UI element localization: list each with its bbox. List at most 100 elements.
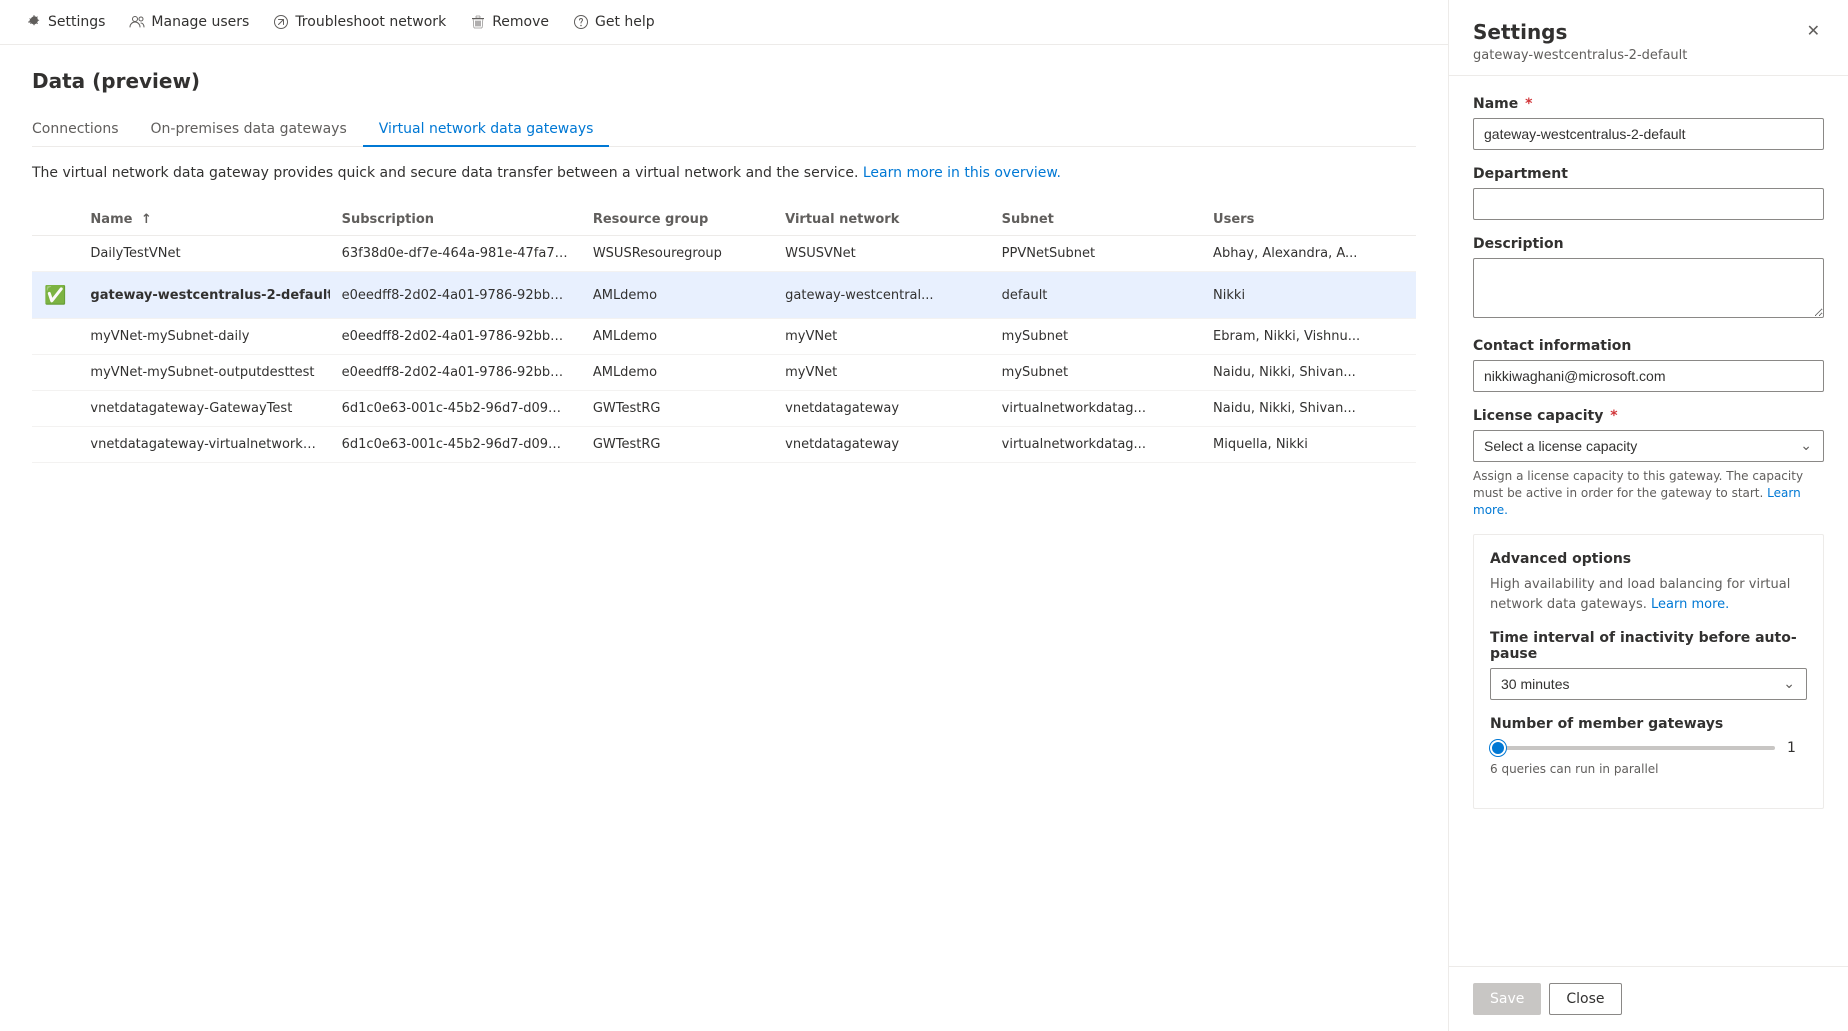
row-cell-2: gateway-westcentral... (773, 272, 990, 319)
department-label: Department (1473, 166, 1824, 182)
toolbar-manage-users[interactable]: Manage users (119, 8, 259, 36)
table-row[interactable]: myVNet-mySubnet-dailye0eedff8-2d02-4a01-… (32, 319, 1416, 355)
department-field-group: Department (1473, 166, 1824, 220)
description-input[interactable] (1473, 258, 1824, 318)
row-cell-0: e0eedff8-2d02-4a01-9786-92bb0e0cb... (330, 355, 581, 391)
description-field-group: Description (1473, 236, 1824, 322)
remove-icon (470, 14, 486, 30)
name-sort-icon[interactable]: ↑ (141, 212, 152, 227)
table-row[interactable]: ✅ gateway-westcentralus-2-default ··· e0… (32, 272, 1416, 319)
col-subscription: Subscription (330, 204, 581, 236)
row-name-text: vnetdatagateway-GatewayTest (90, 401, 292, 416)
row-cell-0: 6d1c0e63-001c-45b2-96d7-d092e94c8... (330, 391, 581, 427)
col-subnet: Subnet (990, 204, 1201, 236)
contact-input[interactable] (1473, 360, 1824, 392)
row-cell-0: e0eedff8-2d02-4a01-9786-92bb0e0cb... (330, 319, 581, 355)
row-cell-4: Nikki (1201, 272, 1416, 319)
row-name-text: myVNet-mySubnet-outputdesttest (90, 365, 314, 380)
row-select-cell: ✅ (32, 272, 78, 319)
col-virtual-network: Virtual network (773, 204, 990, 236)
tab-connections[interactable]: Connections (32, 113, 135, 147)
row-cell-3: mySubnet (990, 355, 1201, 391)
row-cell-3: mySubnet (990, 319, 1201, 355)
row-cell-1: WSUSResouregroup (581, 236, 773, 272)
col-users: Users (1201, 204, 1416, 236)
row-cell-2: WSUSVNet (773, 236, 990, 272)
row-select-cell (32, 391, 78, 427)
row-cell-0: 63f38d0e-df7e-464a-981e-47fa78f30861 (330, 236, 581, 272)
license-capacity-label: License capacity * (1473, 408, 1824, 424)
row-select-cell (32, 236, 78, 272)
row-cell-4: Miquella, Nikki (1201, 427, 1416, 463)
col-name: Name ↑ (78, 204, 329, 236)
col-check (32, 204, 78, 236)
table-row[interactable]: vnetdatagateway-GatewayTest 6d1c0e63-001c… (32, 391, 1416, 427)
table-row[interactable]: vnetdatagateway-virtualnetworkdata...6d1… (32, 427, 1416, 463)
table-row[interactable]: DailyTestVNet 63f38d0e-df7e-464a-981e-47f… (32, 236, 1416, 272)
row-name-text: vnetdatagateway-virtualnetworkdata... (90, 437, 329, 452)
row-select-cell (32, 427, 78, 463)
learn-more-link[interactable]: Learn more in this overview. (863, 165, 1061, 181)
row-select-cell (32, 319, 78, 355)
row-name-cell: DailyTestVNet (78, 236, 329, 272)
row-cell-2: myVNet (773, 319, 990, 355)
manage-users-label: Manage users (151, 14, 249, 30)
row-cell-2: vnetdatagateway (773, 391, 990, 427)
slider-help: 6 queries can run in parallel (1490, 762, 1807, 776)
row-name-cell: gateway-westcentralus-2-default ··· (78, 272, 329, 319)
row-name-cell: myVNet-mySubnet-outputdesttest (78, 355, 329, 391)
row-cell-4: Naidu, Nikki, Shivan... (1201, 391, 1416, 427)
toolbar-settings[interactable]: Settings (16, 8, 115, 36)
row-cell-3: default (990, 272, 1201, 319)
help-icon (573, 14, 589, 30)
toolbar: Settings Manage users Troubleshoot netwo… (0, 0, 1448, 45)
row-name-text: DailyTestVNet (90, 246, 180, 261)
page-body: Data (preview) Connections On-premises d… (0, 45, 1448, 1031)
save-button[interactable]: Save (1473, 983, 1541, 1015)
time-interval-select[interactable]: 30 minutes 60 minutes 90 minutes Never (1490, 668, 1807, 700)
row-cell-2: myVNet (773, 355, 990, 391)
department-input[interactable] (1473, 188, 1824, 220)
toolbar-get-help[interactable]: Get help (563, 8, 665, 36)
settings-label: Settings (48, 14, 105, 30)
row-name-cell: myVNet-mySubnet-daily (78, 319, 329, 355)
row-cell-1: AMLdemo (581, 355, 773, 391)
time-interval-group: Time interval of inactivity before auto-… (1490, 630, 1807, 700)
member-gateways-slider[interactable] (1490, 746, 1775, 750)
row-name-text: gateway-westcentralus-2-default (90, 288, 329, 303)
table-row[interactable]: myVNet-mySubnet-outputdesttest e0eedff8-2… (32, 355, 1416, 391)
description-label: Description (1473, 236, 1824, 252)
row-cell-4: Ebram, Nikki, Vishnu... (1201, 319, 1416, 355)
toolbar-remove[interactable]: Remove (460, 8, 559, 36)
name-label: Name * (1473, 96, 1824, 112)
advanced-learn-more-link[interactable]: Learn more. (1651, 597, 1729, 612)
member-gateways-label: Number of member gateways (1490, 716, 1807, 732)
row-cell-4: Naidu, Nikki, Shivan... (1201, 355, 1416, 391)
advanced-options-desc: High availability and load balancing for… (1490, 575, 1807, 614)
name-input[interactable] (1473, 118, 1824, 150)
troubleshoot-icon (273, 14, 289, 30)
member-gateways-group: Number of member gateways 1 6 queries ca… (1490, 716, 1807, 776)
tab-virtual-network[interactable]: Virtual network data gateways (363, 113, 610, 147)
close-button[interactable]: Close (1549, 983, 1621, 1015)
settings-panel: Settings gateway-westcentralus-2-default… (1448, 0, 1848, 1031)
manage-users-icon (129, 14, 145, 30)
license-capacity-select[interactable]: Select a license capacity (1473, 430, 1824, 462)
contact-label: Contact information (1473, 338, 1824, 354)
selected-check-icon: ✅ (44, 285, 66, 306)
panel-close-button[interactable]: ✕ (1803, 20, 1824, 44)
toolbar-troubleshoot-network[interactable]: Troubleshoot network (263, 8, 456, 36)
panel-body: Name * Department Description Contact in… (1449, 76, 1848, 966)
name-field-group: Name * (1473, 96, 1824, 150)
row-cell-2: vnetdatagateway (773, 427, 990, 463)
tab-on-premises[interactable]: On-premises data gateways (135, 113, 363, 147)
advanced-options-box: Advanced options High availability and l… (1473, 534, 1824, 809)
license-capacity-field-group: License capacity * Select a license capa… (1473, 408, 1824, 518)
panel-footer: Save Close (1449, 966, 1848, 1031)
advanced-options-title: Advanced options (1490, 551, 1807, 567)
time-interval-select-wrapper: 30 minutes 60 minutes 90 minutes Never (1490, 668, 1807, 700)
row-cell-1: GWTestRG (581, 391, 773, 427)
row-cell-3: virtualnetworkdatag... (990, 427, 1201, 463)
panel-subtitle: gateway-westcentralus-2-default (1473, 48, 1687, 63)
row-cell-0: 6d1c0e63-001c-45b2-96d7-d092e94c8... (330, 427, 581, 463)
